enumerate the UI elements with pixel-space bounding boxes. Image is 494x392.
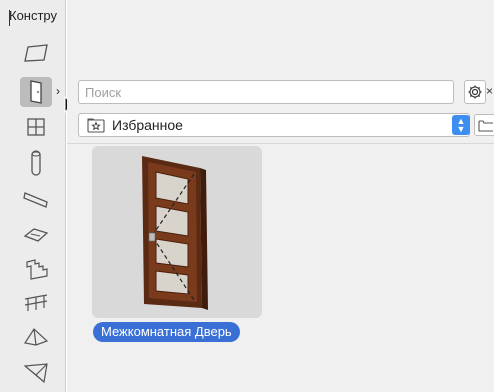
favorites-stepper[interactable]: ▲ ▼ (452, 115, 470, 135)
railing-icon (24, 294, 48, 311)
roof-tool[interactable] (20, 220, 52, 250)
window-tool[interactable] (20, 112, 52, 142)
morph-tool[interactable] (20, 358, 52, 388)
door-tool[interactable] (20, 77, 52, 107)
beam-icon (23, 192, 48, 208)
toolbox-panel: Констру (0, 0, 66, 392)
beam-tool[interactable] (20, 184, 52, 214)
divider (67, 143, 494, 144)
chevron-down-icon: ▼ (456, 124, 466, 134)
shell-icon (24, 328, 49, 346)
door-icon (30, 80, 42, 104)
railing-tool[interactable] (20, 288, 52, 318)
stair-tool[interactable] (20, 254, 52, 284)
toolbox-title: Констру (0, 8, 66, 30)
stair-icon (26, 259, 48, 280)
roof-icon (23, 228, 49, 242)
parallelogram-icon (24, 44, 48, 62)
close-icon[interactable]: × (486, 84, 493, 98)
shell-tool[interactable] (20, 322, 52, 352)
favorites-dropdown[interactable]: Избранное (78, 113, 470, 137)
star-folder-icon (87, 118, 105, 133)
library-item-thumbnail[interactable] (92, 146, 262, 318)
column-icon (31, 150, 41, 176)
folder-button[interactable] (474, 114, 494, 136)
column-tool[interactable] (20, 148, 52, 178)
search-input[interactable] (78, 80, 454, 104)
gear-icon (468, 85, 482, 99)
library-item-label[interactable]: Межкомнатная Дверь (93, 322, 240, 342)
door-preview-image (142, 156, 208, 310)
morph-icon (23, 363, 48, 384)
folder-icon (478, 120, 493, 132)
favorites-label: Избранное (112, 117, 183, 133)
slab-tool[interactable] (20, 38, 52, 68)
window-icon (27, 118, 45, 136)
settings-button[interactable] (464, 80, 486, 104)
